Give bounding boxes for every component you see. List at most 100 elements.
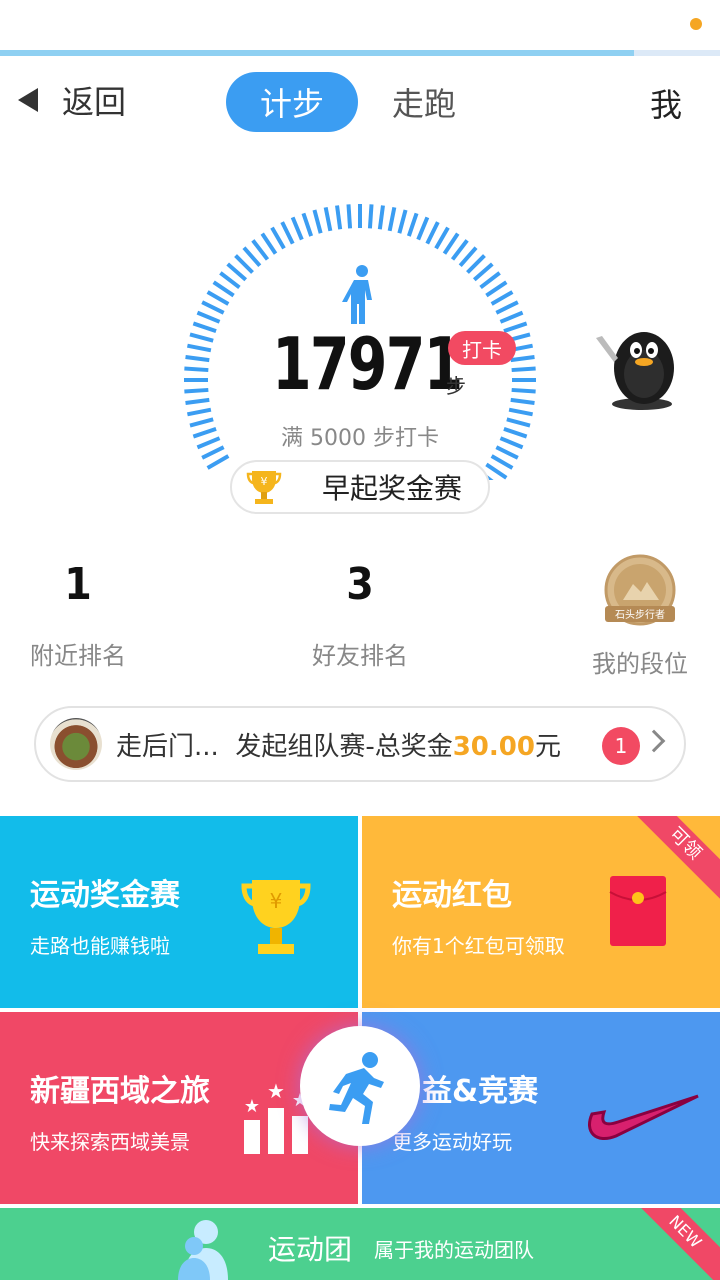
gauge-tick xyxy=(472,262,494,282)
step-count: 17971 xyxy=(272,322,463,406)
gauge-tick xyxy=(185,355,210,363)
team-count-badge: 1 xyxy=(602,727,640,765)
bonus-contest-tile[interactable]: 运动奖金赛 走路也能赚钱啦 ¥ xyxy=(0,816,358,1008)
gauge-tick xyxy=(499,310,524,324)
my-level-label: 我的段位 xyxy=(592,650,688,678)
gauge-tick xyxy=(290,216,304,241)
gauge-tick xyxy=(490,454,514,470)
gauge-tick xyxy=(479,271,501,290)
gauge-tick xyxy=(186,407,212,417)
gauge-tick xyxy=(510,397,535,405)
my-level[interactable]: 石头步行者 我的段位 xyxy=(550,554,720,679)
sports-team-tile[interactable]: 运动团 属于我的运动团队 NEW xyxy=(0,1208,720,1280)
gauge-tick xyxy=(450,239,469,261)
team-message: 发起组队赛-总奖金 xyxy=(235,731,453,762)
gauge-tick xyxy=(506,417,531,428)
xinjiang-journey-subtitle: 快来探索西域美景 xyxy=(30,1130,190,1154)
red-packet-title: 运动红包 xyxy=(392,878,512,913)
sports-team-title: 运动团 xyxy=(268,1233,353,1266)
gauge-tick xyxy=(397,209,408,234)
svg-text:★: ★ xyxy=(267,1079,285,1103)
rank-stats: 1 附近排名 3 好友排名 石头步行者 我的段位 xyxy=(0,554,720,679)
page-progress-track xyxy=(0,50,720,56)
gauge-tick xyxy=(503,321,528,334)
gauge-tick xyxy=(425,221,440,245)
red-packet-icon xyxy=(609,876,667,946)
gauge-tick xyxy=(185,397,210,405)
back-arrow-icon xyxy=(18,88,38,112)
tab-steps[interactable]: 计步 xyxy=(226,72,359,132)
nearby-rank-label: 附近排名 xyxy=(30,642,126,670)
gauge-tick xyxy=(260,232,278,255)
gauge-tick xyxy=(508,407,534,417)
nearby-rank-value: 1 xyxy=(64,559,92,610)
top-nav: 返回 计步 走跑 我 xyxy=(0,62,720,142)
gauge-tick xyxy=(406,212,419,237)
gauge-tick xyxy=(189,332,214,343)
start-run-button[interactable] xyxy=(300,1026,420,1146)
gauge-tick xyxy=(184,366,209,373)
team-banner-text: 走后门... 发起组队赛-总奖金30.00元 xyxy=(116,726,561,763)
team-prize-amount: 30.00 xyxy=(452,731,535,762)
penguin-mascot-icon[interactable] xyxy=(592,316,692,412)
gauge-tick xyxy=(510,355,535,363)
gauge-tick xyxy=(242,246,262,268)
xinjiang-journey-title: 新疆西域之旅 xyxy=(30,1074,210,1109)
gauge-tick xyxy=(367,204,374,229)
gauge-tick xyxy=(184,387,209,394)
gauge-tick xyxy=(346,204,353,229)
gauge-tick xyxy=(511,366,536,373)
new-corner-badge: NEW xyxy=(622,1208,720,1280)
gauge-tick xyxy=(186,343,212,353)
nearby-rank[interactable]: 1 附近排名 xyxy=(0,556,168,671)
walking-person-icon xyxy=(342,265,372,324)
gauge-tick xyxy=(301,212,314,237)
swoosh-logo-icon xyxy=(588,1094,699,1140)
gauge-tick xyxy=(251,239,270,261)
stone-level-medal-icon: 石头步行者 xyxy=(604,554,676,626)
me-button[interactable]: 我 xyxy=(650,80,682,126)
red-packet-subtitle: 你有1个红包可领取 xyxy=(392,934,565,958)
back-button[interactable]: 返回 xyxy=(18,78,126,122)
gauge-tick xyxy=(280,221,295,245)
gauge-tick xyxy=(234,254,254,274)
gauge-tick xyxy=(219,271,241,290)
early-contest-button[interactable]: ¥ 早起奖金赛 xyxy=(230,460,490,514)
avatar xyxy=(50,718,102,770)
gauge-tick xyxy=(196,310,221,324)
mode-tabs: 计步 走跑 xyxy=(226,72,490,132)
gauge-tick xyxy=(442,232,460,255)
team-contest-banner[interactable]: 走后门... 发起组队赛-总奖金30.00元 1 xyxy=(34,706,686,782)
gauge-tick xyxy=(323,206,333,232)
notification-dot-icon xyxy=(690,18,702,30)
gauge-tick xyxy=(377,205,385,230)
friend-rank-label: 好友排名 xyxy=(312,642,408,670)
gauge-tick xyxy=(201,300,225,315)
team-name: 走后门... xyxy=(116,731,219,762)
chevron-right-icon xyxy=(642,729,666,753)
early-contest-label: 早起奖金赛 xyxy=(322,472,463,505)
gauge-tick xyxy=(511,387,536,394)
medal-text: 石头步行者 xyxy=(615,608,665,621)
gauge-tick xyxy=(335,205,343,230)
gauge-tick xyxy=(312,209,323,234)
trophy-icon: ¥ xyxy=(246,471,282,504)
friend-rank-value: 3 xyxy=(346,559,374,610)
gauge-tick xyxy=(466,254,486,274)
gauge-tick xyxy=(495,300,519,315)
gauge-tick xyxy=(458,246,478,268)
gauge-tick xyxy=(226,262,248,282)
checkin-button[interactable]: 打卡 xyxy=(448,331,516,365)
red-packet-tile[interactable]: 运动红包 你有1个红包可领取 可领 xyxy=(362,816,720,1008)
tab-walk-run[interactable]: 走跑 xyxy=(358,72,490,132)
gauge-tick xyxy=(434,226,450,250)
svg-text:¥: ¥ xyxy=(261,475,268,488)
team-prize-suffix: 元 xyxy=(534,731,561,762)
friend-rank[interactable]: 3 好友排名 xyxy=(270,556,450,671)
charity-contest-subtitle: 更多运动好玩 xyxy=(392,1130,512,1154)
gauge-tick xyxy=(485,280,508,298)
charity-contest-title: 益&竞赛 xyxy=(422,1074,539,1109)
sports-team-subtitle: 属于我的运动团队 xyxy=(374,1238,534,1262)
gauge-tick xyxy=(206,454,230,470)
gauge-tick xyxy=(485,462,508,480)
